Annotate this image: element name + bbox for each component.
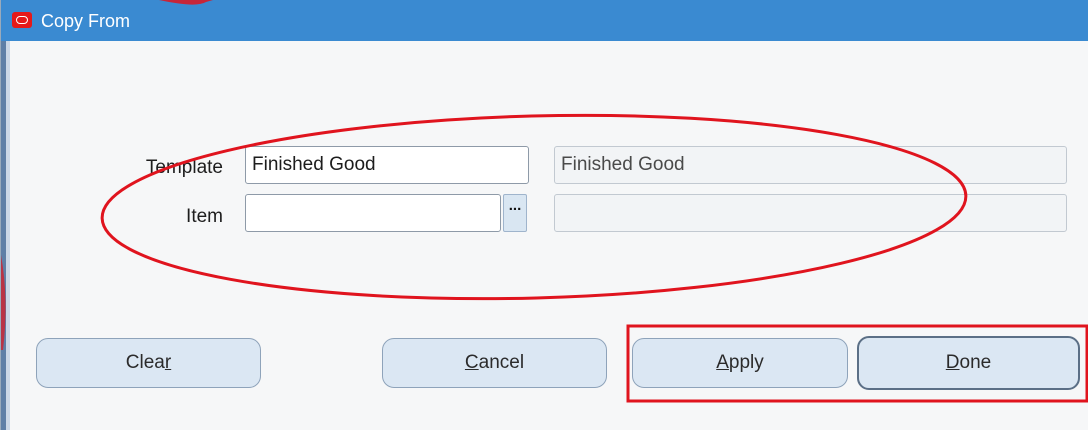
item-description-field	[554, 194, 1067, 232]
done-button-mnemonic: D	[945, 352, 960, 373]
template-input[interactable]: Finished Good	[245, 146, 529, 184]
clear-button-mnemonic: r	[164, 352, 172, 373]
cancel-button-label: ancel	[478, 352, 525, 373]
apply-button-label: pply	[728, 352, 764, 373]
title-bar[interactable]: Copy From	[1, 0, 1088, 41]
done-button[interactable]: Done	[857, 336, 1080, 390]
apply-button-mnemonic: A	[716, 352, 729, 373]
page: Copy From Template Finished Good Finishe…	[0, 0, 1088, 430]
template-label: Template	[145, 157, 223, 178]
item-input[interactable]	[245, 194, 501, 232]
oracle-logo-icon	[12, 12, 32, 28]
done-button-label: one	[959, 352, 992, 373]
item-lov-button[interactable]: ...	[503, 194, 527, 232]
copy-from-window: Copy From Template Finished Good Finishe…	[0, 0, 1088, 430]
apply-button[interactable]: Apply	[632, 338, 848, 388]
cancel-button-mnemonic: C	[464, 352, 479, 373]
cancel-button[interactable]: Cancel	[382, 338, 607, 388]
template-description-field: Finished Good	[554, 146, 1067, 184]
clear-button[interactable]: Clear	[36, 338, 261, 388]
window-title: Copy From	[41, 11, 131, 31]
item-label: Item	[186, 206, 223, 227]
clear-button-label: Clea	[125, 352, 165, 373]
